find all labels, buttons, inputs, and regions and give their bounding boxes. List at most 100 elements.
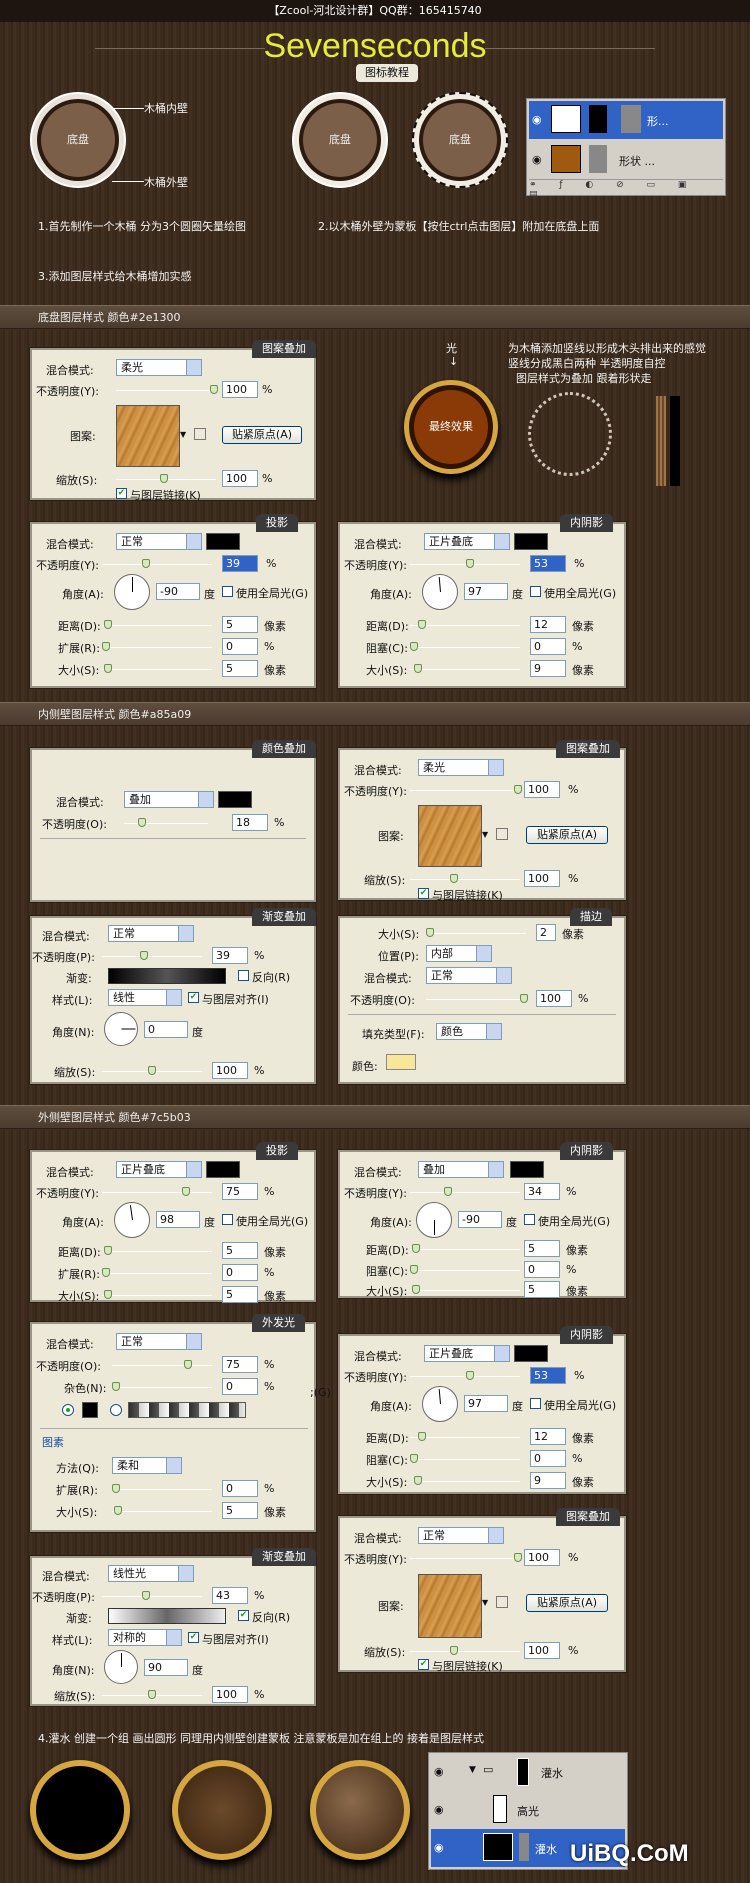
opacity-slider[interactable] (410, 1187, 520, 1196)
size-slider[interactable] (410, 1476, 520, 1485)
snap-origin-button[interactable]: 贴紧原点(A) (222, 426, 302, 444)
opacity-input[interactable]: 75 (222, 1356, 258, 1373)
global-light-checkbox[interactable] (222, 586, 233, 597)
dropdown-arrow-icon[interactable]: ▼ (482, 1598, 488, 1607)
global-light-checkbox[interactable] (530, 586, 541, 597)
size-slider[interactable] (102, 1290, 212, 1299)
shadow-color-swatch[interactable] (510, 1161, 544, 1178)
angle-dial[interactable] (104, 1650, 138, 1684)
opacity-input[interactable]: 39 (212, 947, 248, 964)
size-input[interactable]: 9 (530, 660, 566, 677)
layer-row[interactable]: ◉ 高光 (431, 1791, 625, 1827)
distance-input[interactable]: 12 (530, 616, 566, 633)
align-checkbox[interactable]: ✔ (188, 992, 199, 1003)
pattern-preview[interactable] (418, 805, 482, 867)
gradient-picker[interactable] (108, 968, 226, 984)
blend-mode-select[interactable]: 正片叠底 (116, 1161, 202, 1178)
size-input[interactable]: 5 (222, 1502, 258, 1519)
scale-input[interactable]: 100 (524, 870, 560, 887)
opacity-slider[interactable] (124, 818, 208, 827)
blend-mode-select[interactable]: 叠加 (418, 1161, 504, 1178)
blend-mode-select[interactable]: 正常 (418, 1527, 504, 1544)
spread-slider[interactable] (112, 1484, 212, 1493)
layer-row[interactable]: ◉ 形状 ... (529, 141, 723, 177)
distance-slider[interactable] (410, 1244, 520, 1253)
choke-input[interactable]: 0 (530, 638, 566, 655)
choke-slider[interactable] (410, 1454, 520, 1463)
angle-dial[interactable] (422, 574, 458, 610)
global-light-checkbox[interactable] (530, 1398, 541, 1409)
glow-gradient-picker[interactable] (128, 1402, 246, 1418)
shadow-color-swatch[interactable] (514, 533, 548, 550)
new-preset-icon[interactable] (496, 828, 508, 840)
blend-mode-select[interactable]: 柔光 (418, 759, 504, 776)
global-light-checkbox[interactable] (524, 1214, 535, 1225)
position-select[interactable]: 内部 (426, 945, 492, 962)
shadow-color-swatch[interactable] (514, 1345, 548, 1362)
blend-mode-select[interactable]: 正片叠底 (424, 1345, 510, 1362)
scale-slider[interactable] (102, 1690, 202, 1699)
choke-slider[interactable] (410, 1265, 520, 1274)
color-radio[interactable] (62, 1404, 74, 1416)
scale-input[interactable]: 100 (212, 1062, 248, 1079)
angle-dial[interactable] (416, 1202, 452, 1238)
new-preset-icon[interactable] (194, 428, 206, 440)
angle-dial[interactable] (422, 1386, 458, 1422)
blend-mode-select[interactable]: 叠加 (124, 791, 214, 808)
opacity-slider[interactable] (102, 559, 212, 568)
blend-mode-select[interactable]: 柔光 (116, 359, 202, 376)
angle-dial[interactable] (114, 1202, 150, 1238)
distance-input[interactable]: 5 (222, 1242, 258, 1259)
opacity-slider[interactable] (426, 994, 528, 1003)
spread-input[interactable]: 0 (222, 638, 258, 655)
opacity-input[interactable]: 34 (524, 1183, 560, 1200)
scale-slider[interactable] (410, 874, 520, 883)
opacity-slider[interactable] (102, 1591, 202, 1600)
opacity-input[interactable]: 43 (212, 1587, 248, 1604)
dropdown-arrow-icon[interactable]: ▼ (180, 430, 186, 439)
eye-icon[interactable]: ◉ (532, 153, 542, 166)
size-slider[interactable] (410, 1285, 520, 1294)
method-select[interactable]: 柔和 (112, 1457, 182, 1474)
layer-row-selected[interactable]: ◉ 形... (529, 101, 723, 139)
scale-slider[interactable] (410, 1646, 520, 1655)
gradient-radio[interactable] (110, 1404, 122, 1416)
choke-input[interactable]: 0 (524, 1261, 560, 1278)
link-checkbox[interactable]: ✔ (116, 488, 127, 499)
spread-input[interactable]: 0 (222, 1480, 258, 1497)
opacity-slider[interactable] (102, 1187, 212, 1196)
opacity-input[interactable]: 100 (524, 781, 560, 798)
size-slider[interactable] (102, 664, 212, 673)
opacity-slider[interactable] (116, 385, 218, 394)
eye-icon[interactable]: ◉ (532, 113, 542, 126)
scale-input[interactable]: 100 (222, 470, 258, 487)
pattern-preview[interactable] (418, 1574, 482, 1638)
spread-input[interactable]: 0 (222, 1264, 258, 1281)
overlay-color-swatch[interactable] (218, 791, 252, 808)
align-checkbox[interactable]: ✔ (188, 1632, 199, 1643)
blend-mode-select[interactable]: 正常 (116, 533, 202, 550)
opacity-slider[interactable] (102, 951, 202, 960)
distance-slider[interactable] (410, 620, 520, 629)
reverse-checkbox[interactable] (238, 970, 249, 981)
style-select[interactable]: 线性 (108, 989, 182, 1006)
collapse-arrow-icon[interactable]: ▼ (469, 1765, 476, 1775)
glow-color-swatch[interactable] (82, 1402, 98, 1418)
layer-toolbar[interactable]: ⚭ ƒ ◐ ⊘ ▭ ▣ ▤ (529, 179, 723, 200)
eye-icon[interactable]: ◉ (434, 1841, 444, 1854)
size-slider[interactable] (410, 664, 520, 673)
opacity-input[interactable]: 100 (536, 990, 572, 1007)
shadow-color-swatch[interactable] (206, 1161, 240, 1178)
angle-input[interactable]: 97 (464, 1395, 508, 1412)
scale-slider[interactable] (102, 1066, 202, 1075)
link-checkbox[interactable]: ✔ (418, 1659, 429, 1670)
opacity-input[interactable]: 100 (222, 381, 258, 398)
size-input[interactable]: 2 (536, 924, 556, 941)
spread-slider[interactable] (102, 642, 212, 651)
angle-input[interactable]: -90 (458, 1211, 502, 1228)
fill-type-select[interactable]: 颜色 (436, 1023, 502, 1040)
opacity-slider[interactable] (112, 1360, 212, 1369)
opacity-input[interactable]: 53 (530, 555, 566, 572)
size-input[interactable]: 5 (524, 1281, 560, 1298)
opacity-input[interactable]: 18 (232, 814, 268, 831)
